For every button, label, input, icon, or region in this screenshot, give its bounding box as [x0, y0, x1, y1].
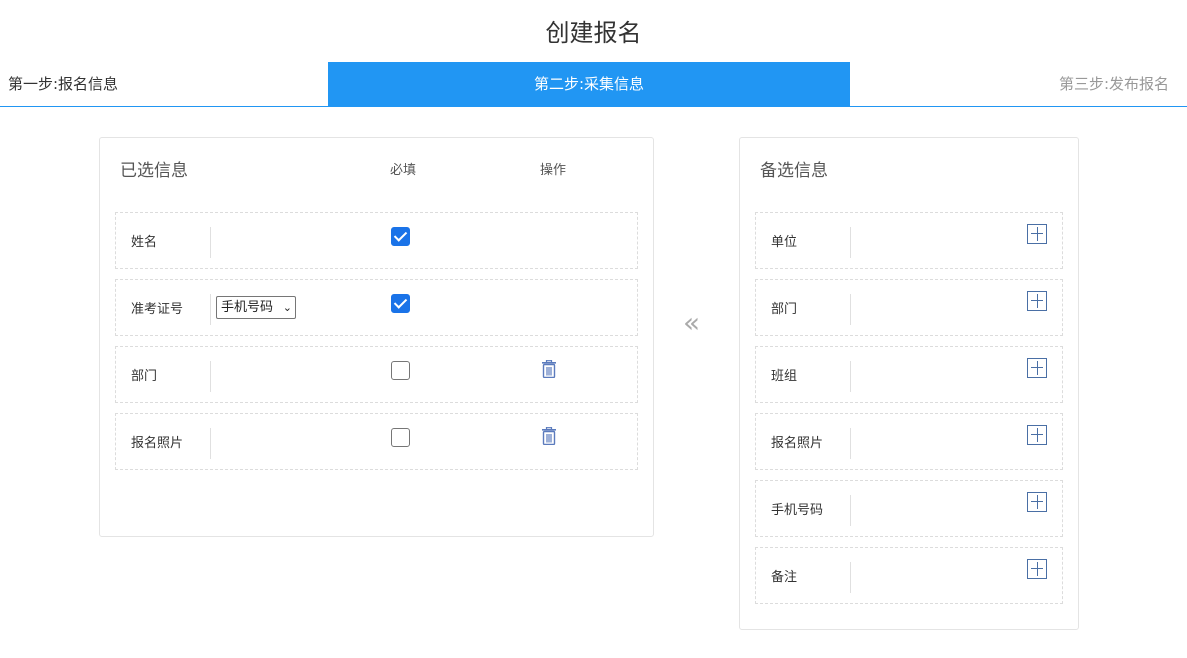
action-column-header: 操作 [540, 163, 567, 178]
select-value: 手机号码 [221, 300, 274, 315]
step-2-tab[interactable]: 第二步:采集信息 [328, 62, 850, 106]
row-label: 手机号码 [771, 503, 824, 518]
step-1-tab[interactable]: 第一步:报名信息 [8, 62, 118, 106]
required-checkbox[interactable] [391, 428, 410, 447]
required-checkbox[interactable] [391, 227, 410, 246]
available-row-remark: 备注 [755, 547, 1063, 604]
plus-square-icon[interactable] [1027, 224, 1047, 244]
page-title: 创建报名 [545, 19, 642, 47]
row-divider [850, 227, 851, 258]
row-label: 部门 [131, 369, 158, 384]
row-label: 备注 [771, 570, 798, 585]
available-row-photo: 报名照片 [755, 413, 1063, 470]
required-column-header: 必填 [390, 163, 417, 178]
row-label: 报名照片 [771, 436, 824, 451]
plus-square-icon[interactable] [1027, 492, 1047, 512]
row-divider [850, 294, 851, 325]
chevron-down-icon: ⌄ [282, 301, 292, 314]
trash-icon[interactable] [541, 360, 557, 378]
selected-row-exam-id: 准考证号 手机号码 ⌄ [115, 279, 638, 336]
available-info-title: 备选信息 [760, 161, 828, 181]
required-checkbox[interactable] [391, 361, 410, 380]
step-3-tab[interactable]: 第三步:发布报名 [1059, 62, 1169, 106]
plus-square-icon[interactable] [1027, 291, 1047, 311]
available-row-team: 班组 [755, 346, 1063, 403]
selected-row-department: 部门 [115, 346, 638, 403]
row-label: 部门 [771, 302, 798, 317]
available-info-panel: 备选信息 单位 部门 班组 报名照片 手机号码 备注 [739, 137, 1079, 630]
selected-info-panel: 已选信息 必填 操作 姓名 准考证号 手机号码 ⌄ 部门 报名照片 [99, 137, 654, 537]
available-row-unit: 单位 [755, 212, 1063, 269]
plus-square-icon[interactable] [1027, 425, 1047, 445]
available-row-department: 部门 [755, 279, 1063, 336]
plus-square-icon[interactable] [1027, 559, 1047, 579]
row-label: 班组 [771, 369, 798, 384]
required-checkbox[interactable] [391, 294, 410, 313]
selected-info-title: 已选信息 [120, 161, 188, 181]
row-label: 准考证号 [131, 302, 184, 317]
selected-row-name: 姓名 [115, 212, 638, 269]
available-row-phone: 手机号码 [755, 480, 1063, 537]
selected-row-photo: 报名照片 [115, 413, 638, 470]
row-divider [850, 428, 851, 459]
row-divider [850, 495, 851, 526]
row-divider [210, 227, 211, 258]
row-divider [210, 361, 211, 392]
step-bar: 第一步:报名信息 第二步:采集信息 第三步:发布报名 [0, 62, 1187, 107]
double-chevron-left-icon[interactable]: « [683, 308, 700, 338]
row-label: 单位 [771, 235, 798, 250]
field-type-select[interactable]: 手机号码 ⌄ [216, 296, 296, 319]
row-label: 报名照片 [131, 436, 184, 451]
row-divider [210, 428, 211, 459]
trash-icon[interactable] [541, 427, 557, 445]
row-divider [850, 562, 851, 593]
row-label: 姓名 [131, 235, 158, 250]
row-divider [210, 294, 211, 325]
plus-square-icon[interactable] [1027, 358, 1047, 378]
row-divider [850, 361, 851, 392]
